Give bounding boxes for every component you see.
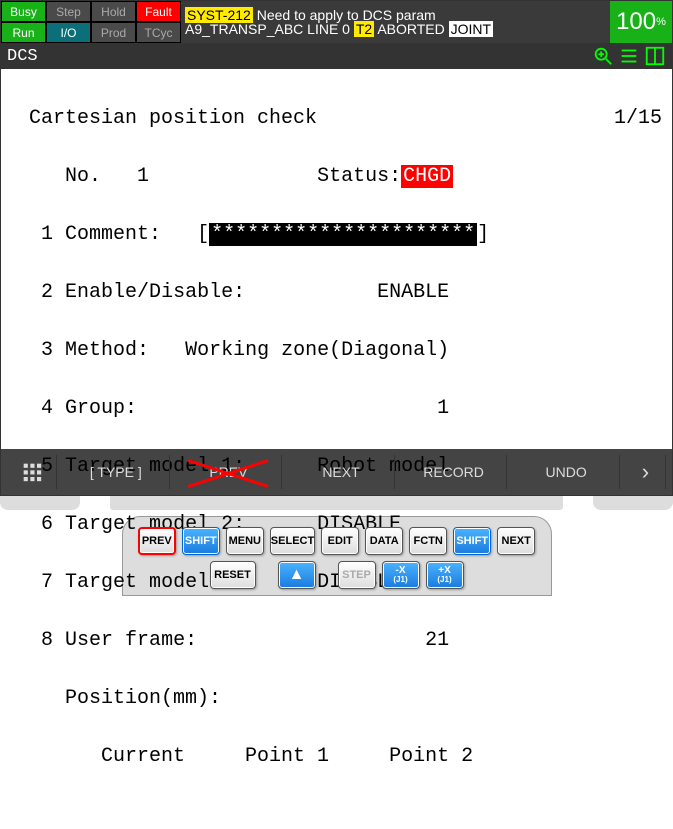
menu-icon[interactable] [618,45,640,67]
io-chip: I/O [46,22,91,43]
zoom-icon[interactable] [592,45,614,67]
mode-t2: T2 [354,21,374,37]
list-item[interactable]: 3 Method: Working zone(Diagonal) [29,336,662,365]
softkey-type[interactable]: [ TYPE ] [63,455,170,489]
layout-icon[interactable] [644,45,666,67]
pager: 1/15 [614,104,662,133]
softkey-bar: [ TYPE ] PREV NEXT RECORD UNDO › [1,449,672,495]
task-state: ABORTED [377,21,444,37]
prod-chip: Prod [91,22,136,43]
list-item[interactable]: 2 Enable/Disable: ENABLE [29,278,662,307]
key-prev[interactable]: PREV [138,527,176,555]
pendant-lip [0,496,673,510]
key-next[interactable]: NEXT [497,527,535,555]
tcyc-chip: TCyc [136,22,181,43]
busy-chip: Busy [1,1,46,22]
override-pct: 100% [610,1,672,43]
page-header: Cartesian position check1/15 [29,104,662,133]
jog-mode: JOINT [449,21,493,37]
key-data[interactable]: DATA [365,527,403,555]
status-value: CHGD [401,165,453,188]
no-status-row: No. 1 Status:CHGD [29,162,662,191]
content-area: Cartesian position check1/15 No. 1 Statu… [1,69,672,449]
key-fctn[interactable]: FCTN [409,527,447,555]
run-chip: Run [1,22,46,43]
position-label: Position(mm): [29,684,662,713]
program-name: A9_TRANSP_ABC LINE 0 [185,21,350,37]
screen-title: DCS [7,48,38,65]
alarm-message: SYST-212 Need to apply to DCS param A9_T… [181,1,610,43]
keypad-button[interactable] [7,455,57,489]
key-shift-r[interactable]: SHIFT [453,527,491,555]
key-menu[interactable]: MENU [226,527,264,555]
key-shift-l[interactable]: SHIFT [182,527,220,555]
softkey-more-icon[interactable]: › [626,455,666,489]
key-edit[interactable]: EDIT [321,527,359,555]
teach-pendant-screen: Busy Run Step I/O Hold Prod Fault TCyc S… [0,0,673,496]
softkey-record[interactable]: RECORD [401,455,508,489]
softkey-next[interactable]: NEXT [288,455,395,489]
step-chip: Step [46,1,91,22]
status-bar: Busy Run Step I/O Hold Prod Fault TCyc S… [1,1,672,43]
list-item[interactable]: 8 User frame: 21 [29,626,662,655]
softkey-undo[interactable]: UNDO [513,455,620,489]
list-item[interactable]: 4 Group: 1 [29,394,662,423]
title-bar: DCS [1,43,672,69]
position-cols: Current Point 1 Point 2 [29,742,662,771]
fault-chip: Fault [136,1,181,22]
hold-chip: Hold [91,1,136,22]
list-item[interactable]: 1 Comment: [**********************] [29,220,662,249]
softkey-prev[interactable]: PREV [176,455,283,489]
key-select[interactable]: SELECT [270,527,315,555]
